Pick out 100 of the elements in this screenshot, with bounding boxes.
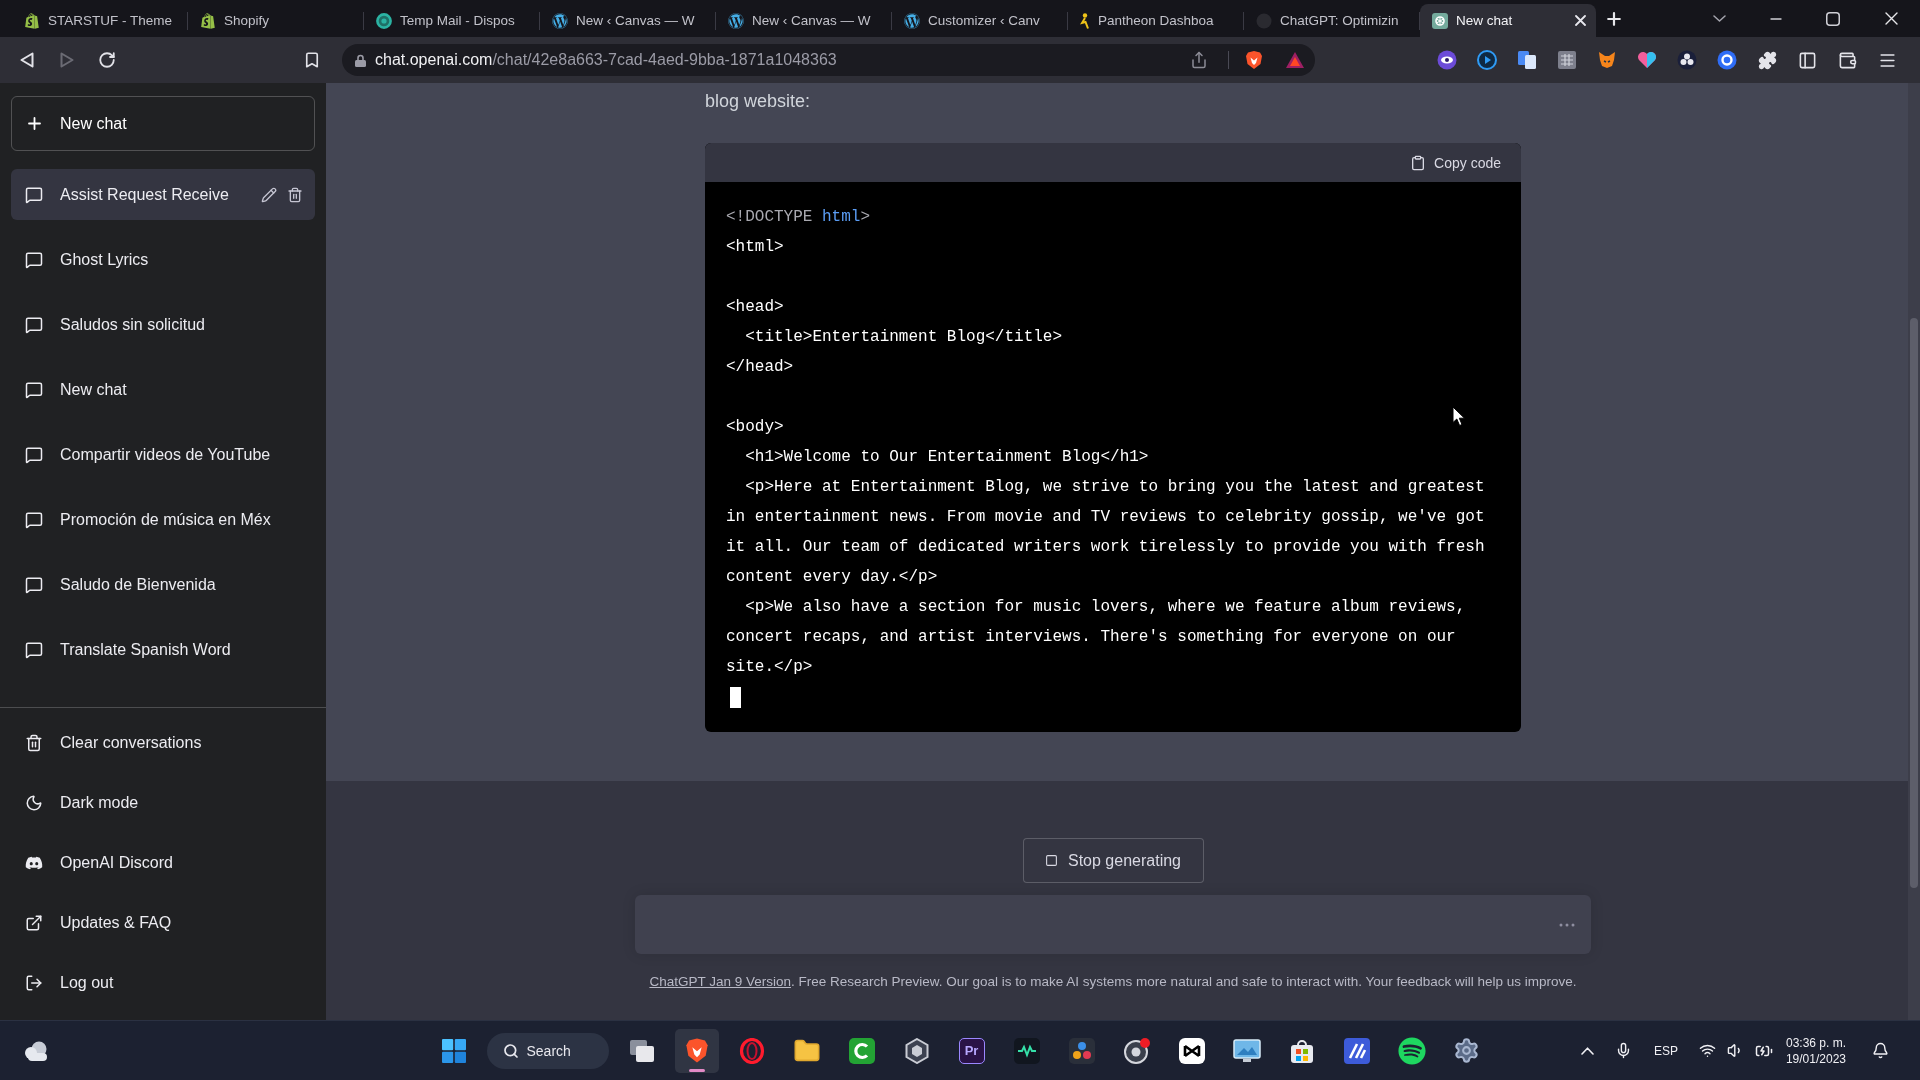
app-logo: Pr xyxy=(958,1037,985,1064)
browser-tab[interactable]: New ‹ Canvas — W xyxy=(540,4,716,37)
taskbar-app[interactable]: Pr xyxy=(949,1028,994,1073)
menu-item[interactable]: Clear conversations xyxy=(11,718,315,768)
browser-tab[interactable]: ChatGPT: Optimizin xyxy=(1244,4,1420,37)
message-text: blog website: xyxy=(705,90,811,113)
browser-tab[interactable]: New ‹ Canvas — W xyxy=(716,4,892,37)
language-button[interactable]: ESP xyxy=(1651,1032,1680,1069)
back-triangle-icon xyxy=(20,52,34,68)
chat-item[interactable]: New chat xyxy=(11,364,315,415)
ring-icon xyxy=(738,1037,765,1064)
code-line: <!DOCTYPE html> xyxy=(726,208,871,226)
browser-tab[interactable]: Customizer ‹ Canv xyxy=(892,4,1068,37)
clock-date: 19/01/2023 xyxy=(1785,1050,1846,1067)
code-line: </head> xyxy=(726,358,794,376)
browser-tab[interactable]: Shopify xyxy=(188,4,364,37)
chat-title: Saludo de Bienvenida xyxy=(60,575,217,594)
code-line: <title>Entertainment Blog</title> xyxy=(745,328,1063,346)
chat-bubble-icon xyxy=(25,380,43,399)
chat-bubble-icon xyxy=(25,640,43,659)
figure-icon xyxy=(1080,12,1090,29)
chat-bubble-icon xyxy=(25,575,43,594)
bag-icon xyxy=(24,12,40,29)
chat-title: Ghost Lyrics xyxy=(60,250,150,269)
chat-item[interactable]: Saludo de Bienvenida xyxy=(11,559,315,610)
chat-item[interactable]: Compartir videos de YouTube xyxy=(11,429,315,480)
square-icon xyxy=(1045,854,1058,867)
chat-bubble-icon xyxy=(25,250,43,269)
stop-generating-button[interactable]: Stop generating xyxy=(1022,838,1204,883)
plus-icon xyxy=(1607,11,1621,26)
disc-waves-icon xyxy=(1397,1036,1426,1065)
eye-disc-icon xyxy=(1437,50,1457,70)
search-button[interactable]: Search xyxy=(486,1032,609,1069)
code-line: <p>Here at Entertainment Blog, we strive to bring you the latest and greatest in entertainment news. From movie and TV reviews to celebrity gossip, we've got it all. Our team of dedicated writers work tirelessly to provide you with fresh content every day.</p> xyxy=(726,478,1486,586)
moon-icon xyxy=(25,794,43,812)
chat-bubble-icon xyxy=(25,315,43,334)
code-line: <p>We also have a section for music lovers, where we feature album reviews, concert recaps, and artist interviews. There's something for everyone on our site.</p> xyxy=(726,598,1467,676)
lion-shield-icon xyxy=(684,1037,709,1064)
copy-code-button[interactable]: Copy code xyxy=(1410,152,1501,173)
chat-title: Saludos sin solicitud xyxy=(60,315,206,334)
play-disc-icon xyxy=(1477,50,1497,70)
taskbar-app[interactable] xyxy=(674,1028,719,1073)
square-icon xyxy=(1826,11,1840,26)
browser-tab[interactable]: New chat xyxy=(1420,4,1596,37)
chat-title: New chat xyxy=(60,380,128,399)
chat-item[interactable]: Promoción de música en Méx xyxy=(11,494,315,545)
version-link[interactable]: ChatGPT Jan 9 Version xyxy=(649,974,791,989)
url-text: chat.openai.com/chat/42e8a663-7cad-4aed-9bba-1871a1048363 xyxy=(375,51,837,69)
hexagon-icon xyxy=(904,1037,929,1064)
browser-tab[interactable]: Temp Mail - Dispos xyxy=(364,4,540,37)
lion-shield-icon[interactable] xyxy=(1245,50,1263,70)
close-icon[interactable] xyxy=(1575,15,1586,26)
bag-icon xyxy=(200,12,216,29)
menu-item[interactable]: Updates & FAQ xyxy=(11,898,315,948)
chat-title: Assist Request Receive xyxy=(60,185,230,204)
menu-item[interactable]: OpenAI Discord xyxy=(11,838,315,888)
logout-icon xyxy=(25,974,43,992)
reload-icon xyxy=(98,51,116,69)
chat-item[interactable]: Ghost Lyrics xyxy=(11,234,315,285)
heart-icon xyxy=(1637,51,1657,69)
chat-item[interactable]: Saludos sin solicitud xyxy=(11,299,315,350)
wifi-icon xyxy=(1699,1042,1717,1059)
puzzle-icon xyxy=(1757,50,1777,70)
triangle-icon[interactable] xyxy=(1285,51,1305,69)
pencil-icon[interactable] xyxy=(261,186,277,203)
code-line: <head> xyxy=(726,298,784,316)
discord-icon xyxy=(25,854,43,872)
bowtie-tile-icon xyxy=(1178,1037,1205,1064)
plus-icon xyxy=(28,117,41,130)
browser-tab[interactable]: Pantheon Dashboa xyxy=(1068,4,1244,37)
chat-title: Promoción de música en Méx xyxy=(60,510,272,529)
address-field[interactable]: chat.openai.com/chat/42e8a663-7cad-4aed-9bba-1871a1048363 xyxy=(342,44,1315,76)
mouse-pointer-icon xyxy=(1452,406,1466,427)
chat-item[interactable]: Translate Spanish Word xyxy=(11,624,315,675)
sidebar-icon xyxy=(1797,50,1817,70)
code-line: <body> xyxy=(726,418,784,436)
minus-icon xyxy=(1769,17,1782,20)
message-input[interactable] xyxy=(635,895,1591,954)
search-icon xyxy=(502,1042,519,1059)
cloud-icon xyxy=(22,1039,50,1062)
wallet-icon xyxy=(1837,50,1857,70)
overlapping-squares-icon xyxy=(628,1038,655,1063)
trash-icon[interactable] xyxy=(287,186,303,203)
ring-disc-icon xyxy=(1717,50,1737,70)
chat-title: Compartir videos de YouTube xyxy=(60,445,272,464)
grid-tile-icon xyxy=(1557,50,1577,70)
chat-item[interactable]: Assist Request Receive xyxy=(11,169,315,220)
three-dots-tile-icon xyxy=(1068,1037,1095,1064)
menu-item[interactable]: Dark mode xyxy=(11,778,315,828)
share-icon[interactable] xyxy=(1190,51,1208,69)
chat-bubble-icon xyxy=(25,445,43,464)
clipboard-icon xyxy=(1410,154,1427,171)
menu-item[interactable]: Log out xyxy=(11,958,315,1008)
new-chat-button[interactable]: New chat xyxy=(11,96,315,151)
chat-bubble-icon xyxy=(25,510,43,529)
pulse-tile-icon xyxy=(1013,1037,1040,1064)
settings-icon xyxy=(1453,1037,1480,1064)
scrollbar-thumb[interactable] xyxy=(1910,318,1918,888)
browser-tab[interactable]: STARSTUF - Theme xyxy=(12,4,188,37)
monitor-icon xyxy=(1232,1037,1261,1064)
